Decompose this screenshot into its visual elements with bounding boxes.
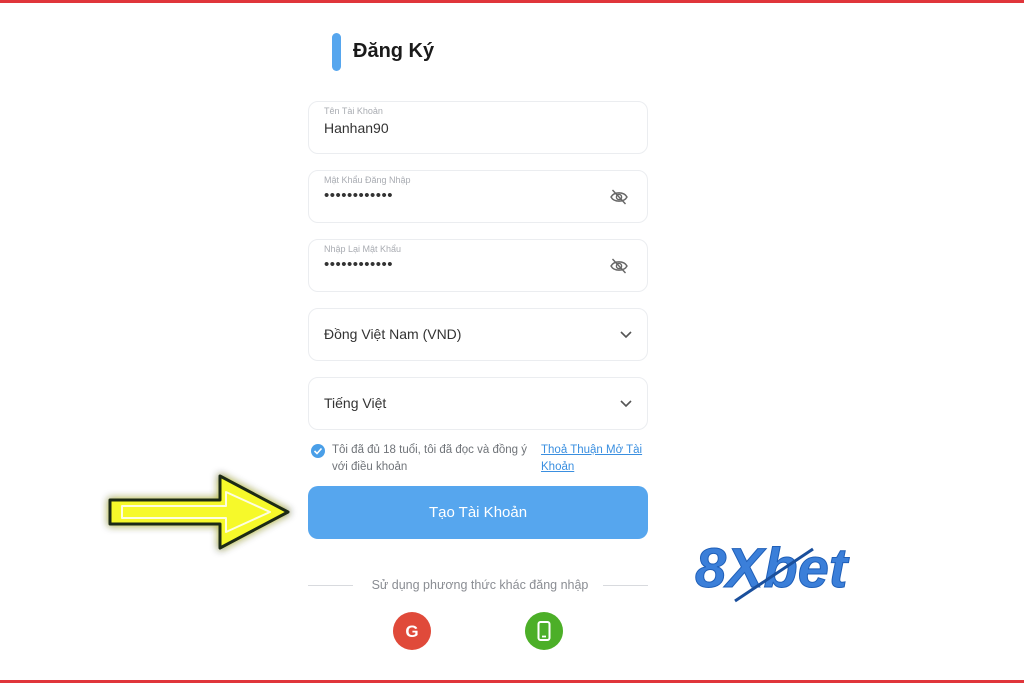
- divider-left: [308, 585, 353, 586]
- chevron-down-icon: [620, 400, 632, 408]
- page-title: Đăng Ký: [353, 40, 435, 62]
- svg-text:G: G: [405, 622, 418, 641]
- confirm-password-label: Nhập Lại Mật Khẩu: [324, 244, 402, 254]
- phone-icon: [537, 621, 551, 641]
- password-field[interactable]: Mật Khẩu Đăng Nhập ••••••••••••: [308, 170, 648, 223]
- currency-select[interactable]: Đồng Việt Nam (VND): [308, 308, 648, 361]
- terms-checkbox[interactable]: [311, 444, 325, 458]
- language-select[interactable]: Tiếng Việt: [308, 377, 648, 430]
- terms-link[interactable]: Thoả Thuận Mở Tài Khoản: [541, 442, 651, 476]
- password-value: ••••••••••••: [324, 187, 394, 204]
- confirm-password-value: ••••••••••••: [324, 256, 394, 273]
- top-border: [0, 0, 1024, 3]
- language-value: Tiếng Việt: [324, 395, 387, 411]
- username-value: Hanhan90: [324, 120, 389, 136]
- confirm-password-field[interactable]: Nhập Lại Mật Khẩu ••••••••••••: [308, 239, 648, 292]
- eye-off-icon[interactable]: [609, 257, 629, 275]
- username-label: Tên Tài Khoản: [324, 106, 383, 116]
- currency-value: Đồng Việt Nam (VND): [324, 326, 462, 342]
- eye-off-icon[interactable]: [609, 188, 629, 206]
- check-icon: [313, 447, 323, 455]
- brand-logo: 8Xbet: [695, 536, 850, 603]
- create-account-button[interactable]: Tạo Tài Khoản: [308, 486, 648, 539]
- arrow-right-icon: [108, 474, 290, 550]
- divider-right: [603, 585, 648, 586]
- password-label: Mật Khẩu Đăng Nhập: [324, 175, 411, 185]
- phone-login-button[interactable]: [525, 612, 563, 650]
- svg-text:8Xbet: 8Xbet: [695, 536, 850, 599]
- google-icon: G: [405, 622, 418, 641]
- alt-login-label: Sử dụng phương thức khác đăng nhập: [371, 578, 589, 592]
- google-login-button[interactable]: G: [393, 612, 431, 650]
- title-accent-bar: [332, 33, 341, 71]
- username-field[interactable]: Tên Tài Khoản Hanhan90: [308, 101, 648, 154]
- chevron-down-icon: [620, 331, 632, 339]
- terms-text: Tôi đã đủ 18 tuổi, tôi đã đọc và đồng ý …: [332, 444, 527, 473]
